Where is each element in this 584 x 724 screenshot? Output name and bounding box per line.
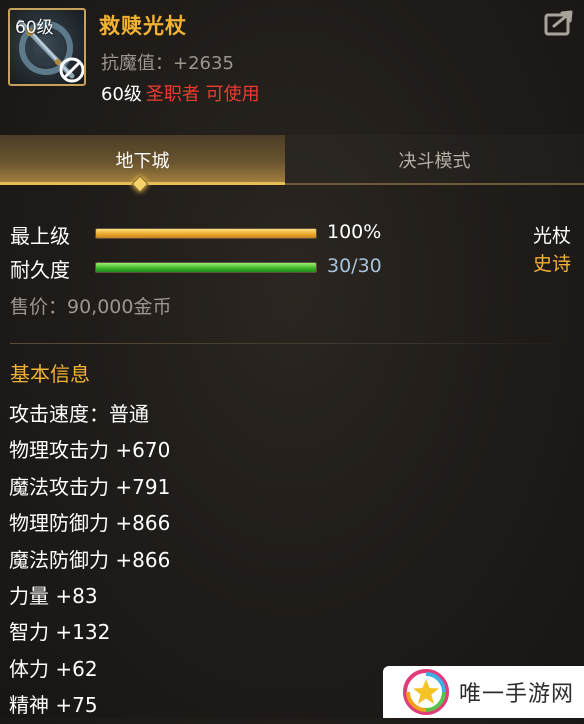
attribute-item: 力量 +83 — [9, 583, 98, 608]
share-icon[interactable] — [544, 10, 574, 36]
attribute-item: 智力 +132 — [9, 620, 111, 645]
attribute-list: 攻击速度：普通 物理攻击力 +670 魔法攻击力 +791 物理防御力 +866… — [9, 396, 170, 724]
upgrade-bar — [95, 228, 317, 239]
rarity-label: 史诗 — [532, 253, 571, 275]
section-divider — [10, 343, 575, 344]
weapon-type: 光杖 — [532, 225, 571, 247]
upgrade-label: 最上级 — [10, 224, 70, 248]
upgrade-bar-fill — [96, 229, 316, 238]
upgrade-value: 100% — [327, 221, 382, 243]
item-level-badge: 60级 — [15, 18, 54, 38]
usage-requirement: 60级 圣职者 可使用 — [101, 80, 260, 106]
durability-bar-fill — [96, 263, 316, 272]
item-name: 救赎光杖 — [99, 14, 187, 38]
attribute-item: 物理攻击力 +670 — [9, 438, 171, 463]
watermark: 唯一手游网 — [383, 666, 584, 718]
watermark-text: 唯一手游网 — [459, 682, 575, 707]
mode-tabs: 地下城 决斗模式 — [0, 135, 584, 185]
durability-label: 耐久度 — [10, 258, 70, 282]
attribute-item: 魔法防御力 +866 — [9, 547, 171, 572]
attribute-item: 物理防御力 +866 — [9, 511, 171, 536]
attribute-item: 攻击速度：普通 — [9, 402, 149, 426]
required-level: 60级 — [101, 84, 142, 105]
anti-magic-stat: 抗魔值：+2635 — [101, 53, 234, 74]
tab-duel-mode[interactable]: 决斗模式 — [285, 135, 584, 185]
no-entry-icon — [59, 57, 84, 83]
attribute-item: 体力 +62 — [9, 656, 98, 681]
attribute-item: 精神 +75 — [9, 693, 98, 718]
attribute-item: 魔法攻击力 +791 — [9, 474, 171, 499]
basic-info-title: 基本信息 — [10, 362, 90, 386]
sell-price: 售价：90,000金币 — [10, 296, 172, 318]
durability-value: 30/30 — [327, 255, 382, 277]
durability-bar — [95, 262, 317, 273]
item-icon-frame[interactable]: 60级 — [8, 8, 86, 86]
required-class: 圣职者 可使用 — [145, 84, 260, 105]
star-logo-icon — [403, 669, 449, 715]
